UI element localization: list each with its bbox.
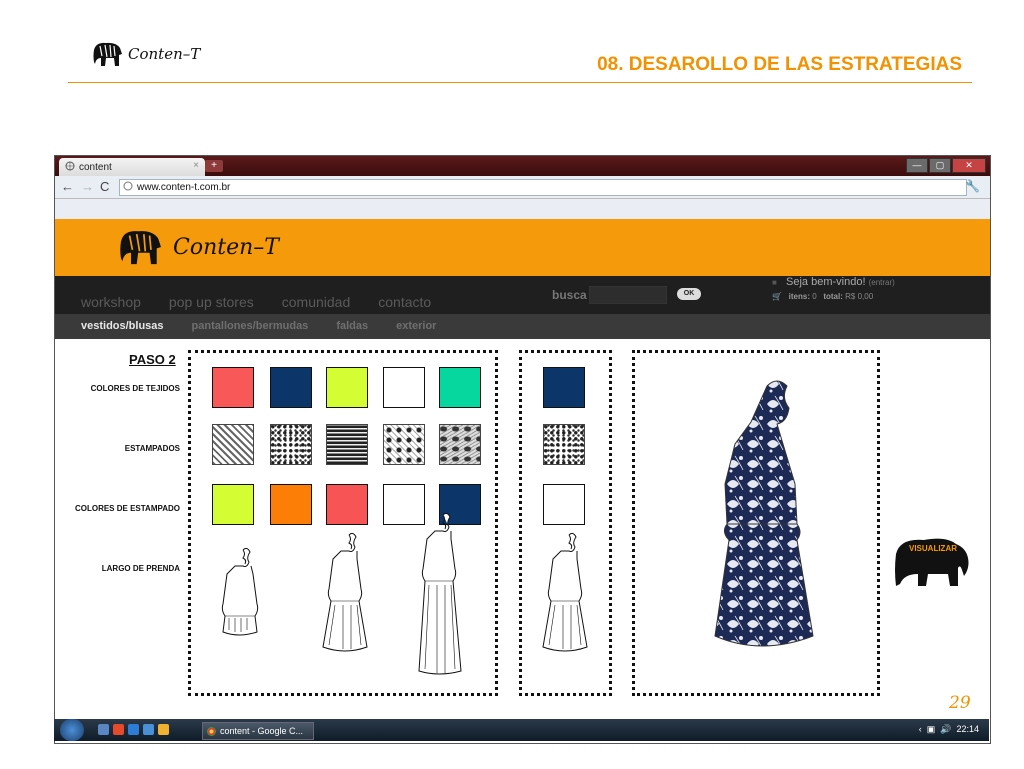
fabric-color-swatch[interactable] bbox=[439, 367, 481, 408]
search-input[interactable] bbox=[589, 286, 667, 304]
fabric-colors-label: COLORES DE TEJIDOS bbox=[90, 384, 180, 393]
dress-short-option[interactable] bbox=[213, 544, 265, 644]
clock[interactable]: 22:14 bbox=[956, 724, 979, 734]
selected-print bbox=[543, 424, 585, 465]
site-logo[interactable]: Conten–T bbox=[115, 227, 279, 267]
cart-icon: 🛒 bbox=[772, 292, 782, 301]
slide-logo: Conten–T bbox=[92, 40, 200, 68]
back-arrow-icon[interactable]: ← bbox=[61, 179, 74, 194]
slide-page-number: 29 bbox=[949, 693, 971, 713]
search-ok-button[interactable]: OK bbox=[677, 288, 701, 300]
minimize-button[interactable]: — bbox=[906, 158, 928, 173]
zebra-elephant-logo-icon bbox=[93, 42, 122, 66]
url-field[interactable]: www.conten-t.com.br bbox=[119, 179, 967, 196]
chrome-icon bbox=[207, 726, 216, 736]
selected-print-color bbox=[543, 484, 585, 525]
media-icon[interactable] bbox=[158, 724, 169, 735]
print-swatch-damask[interactable] bbox=[383, 424, 425, 465]
length-label: LARGO DE PRENDA bbox=[101, 564, 180, 573]
nav-item-pop-up-stores[interactable]: pop up stores bbox=[169, 294, 254, 310]
address-bar: ← → C www.conten-t.com.br 🔧 bbox=[55, 176, 990, 199]
cart-items-label: itens: bbox=[788, 292, 810, 301]
tab-close-icon[interactable]: × bbox=[193, 160, 199, 171]
ie-icon[interactable] bbox=[128, 724, 139, 735]
cart-summary[interactable]: 🛒 itens: 0 total: R$ 0,00 bbox=[772, 292, 873, 301]
cart-total-value: R$ 0,00 bbox=[845, 292, 874, 301]
globe-icon bbox=[65, 161, 75, 174]
print-swatch-geometric[interactable] bbox=[212, 424, 254, 465]
window-controls: — ▢ ✕ bbox=[906, 158, 986, 173]
network-icon[interactable]: ▣ bbox=[927, 724, 936, 734]
chrome-icon[interactable] bbox=[113, 724, 124, 735]
category-nav: vestidos/blusas pantallones/bermudas falda… bbox=[55, 314, 990, 339]
welcome-message: Seja bem-vindo! bbox=[786, 276, 866, 288]
welcome-text: ■ Seja bem-vindo! (entrar) bbox=[772, 276, 895, 288]
site-header: Conten–T bbox=[55, 219, 990, 276]
system-tray: ‹ ▣ 🔊 22:14 bbox=[919, 724, 979, 735]
dress-long-option[interactable] bbox=[411, 509, 467, 679]
category-item-pantallones-bermudas[interactable]: pantallones/bermudas bbox=[192, 320, 309, 332]
print-color-swatch[interactable] bbox=[270, 484, 312, 525]
prints-label: ESTAMPADOS bbox=[124, 444, 180, 453]
builder-content: PASO 2 COLORES DE TEJIDOS ESTAMPADOS COL… bbox=[55, 339, 990, 719]
nav-item-contacto[interactable]: contacto bbox=[378, 294, 431, 310]
maximize-button[interactable]: ▢ bbox=[929, 158, 951, 173]
new-tab-button[interactable]: + bbox=[205, 160, 223, 172]
zebra-elephant-logo-icon bbox=[120, 231, 161, 265]
fabric-color-swatch[interactable] bbox=[326, 367, 368, 408]
visualize-elephant-icon[interactable] bbox=[890, 534, 974, 590]
print-color-swatch[interactable] bbox=[212, 484, 254, 525]
cart-total-label: total: bbox=[823, 292, 843, 301]
globe-icon bbox=[123, 181, 133, 194]
print-swatch-floral-speckle[interactable] bbox=[270, 424, 312, 465]
fabric-color-swatch[interactable] bbox=[383, 367, 425, 408]
taskbar-window-title: content - Google C... bbox=[220, 726, 304, 736]
close-button[interactable]: ✕ bbox=[952, 158, 986, 173]
reload-icon[interactable]: C bbox=[100, 179, 109, 194]
print-color-swatch[interactable] bbox=[326, 484, 368, 525]
tray-chevron-icon[interactable]: ‹ bbox=[919, 724, 922, 734]
browser-titlebar: content × + — ▢ ✕ bbox=[55, 156, 990, 176]
selected-fabric-color bbox=[543, 367, 585, 408]
search-label: busca bbox=[552, 288, 587, 302]
primary-nav: workshop pop up stores comunidad contacto b… bbox=[55, 276, 990, 314]
step-title: PASO 2 bbox=[129, 352, 176, 367]
category-item-exterior[interactable]: exterior bbox=[396, 320, 436, 332]
slide-title: 08. DESAROLLO DE LAS ESTRATEGIAS bbox=[597, 54, 962, 75]
category-item-faldas[interactable]: faldas bbox=[336, 320, 368, 332]
volume-icon[interactable]: 🔊 bbox=[940, 724, 951, 734]
url-text: www.conten-t.com.br bbox=[137, 182, 231, 193]
dress-preview-image bbox=[714, 380, 814, 647]
category-menu: vestidos/blusas pantallones/bermudas falda… bbox=[81, 320, 436, 332]
visualize-button[interactable]: VISUALIZAR bbox=[909, 544, 957, 553]
quick-launch bbox=[98, 724, 169, 735]
tab-title: content bbox=[79, 161, 112, 173]
nav-item-comunidad[interactable]: comunidad bbox=[282, 294, 351, 310]
cart-items-value: 0 bbox=[812, 292, 817, 301]
browser-tab[interactable]: content × bbox=[59, 158, 205, 176]
fabric-color-swatch[interactable] bbox=[270, 367, 312, 408]
fabric-color-swatch[interactable] bbox=[212, 367, 254, 408]
window-switcher-icon[interactable] bbox=[143, 724, 154, 735]
nav-item-workshop[interactable]: workshop bbox=[81, 294, 141, 310]
bookmark-bar bbox=[55, 199, 990, 219]
forward-arrow-icon[interactable]: → bbox=[81, 179, 94, 194]
site-logo-text: Conten–T bbox=[173, 234, 279, 260]
show-desktop-icon[interactable] bbox=[98, 724, 109, 735]
category-item-vestidos-blusas[interactable]: vestidos/blusas bbox=[81, 320, 164, 332]
taskbar-window-chrome[interactable]: content - Google C... bbox=[202, 722, 314, 740]
dress-knee-option[interactable] bbox=[317, 529, 373, 659]
print-swatch-floral-large[interactable] bbox=[439, 424, 481, 465]
print-swatch-stripes[interactable] bbox=[326, 424, 368, 465]
wrench-icon[interactable]: 🔧 bbox=[965, 179, 980, 193]
login-link[interactable]: (entrar) bbox=[869, 278, 895, 287]
start-button[interactable] bbox=[60, 719, 84, 741]
slide-divider bbox=[68, 82, 972, 83]
print-colors-label: COLORES DE ESTAMPADO bbox=[74, 504, 180, 513]
selected-dress-length bbox=[542, 532, 588, 652]
slide-logo-text: Conten–T bbox=[128, 45, 201, 63]
windows-taskbar: content - Google C... ‹ ▣ 🔊 22:14 bbox=[54, 719, 989, 741]
browser-window: content × + — ▢ ✕ ← → C www.conten-t.com… bbox=[54, 155, 991, 744]
primary-menu: workshop pop up stores comunidad contacto bbox=[81, 294, 431, 310]
